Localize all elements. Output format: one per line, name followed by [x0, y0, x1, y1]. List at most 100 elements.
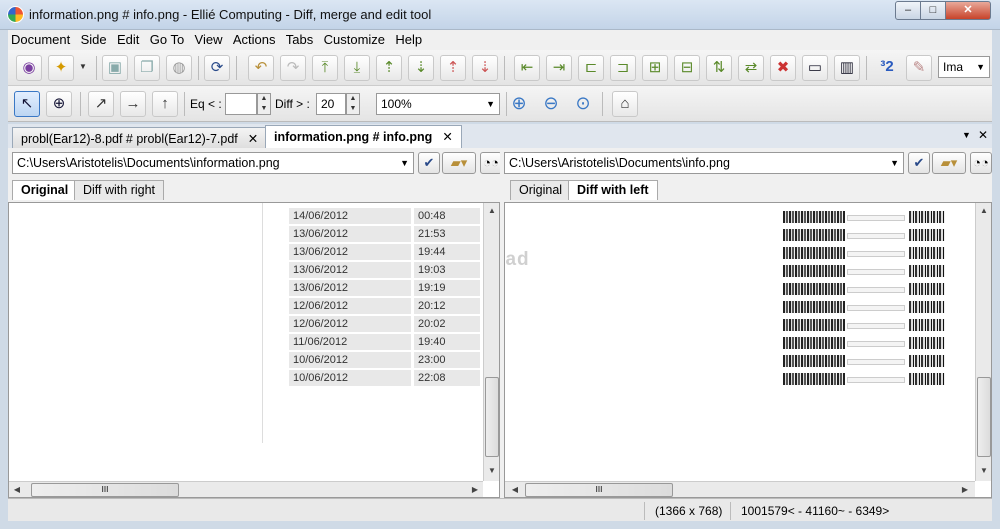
- right-path-combo[interactable]: C:\Users\Aristotelis\Documents\info.png ▼: [504, 152, 904, 174]
- diff-spinner[interactable]: ▲ ▼: [346, 93, 360, 115]
- copy-to-right-icon[interactable]: ⇥: [546, 55, 572, 81]
- undo-icon[interactable]: ↶: [248, 55, 274, 81]
- copy-block-icon[interactable]: ⊏: [578, 55, 604, 81]
- menu-edit[interactable]: Edit: [114, 30, 142, 47]
- open-folder-icon[interactable]: ⌂: [612, 91, 638, 117]
- minimize-button[interactable]: –: [895, 1, 921, 20]
- select-pointer-icon[interactable]: ↖: [14, 91, 40, 117]
- maximize-button[interactable]: □: [920, 1, 946, 20]
- right-horizontal-scrollbar[interactable]: ◀ III ▶: [505, 481, 975, 497]
- left-horizontal-scrollbar[interactable]: ◀ III ▶: [9, 481, 483, 497]
- save-all-icon[interactable]: ❐: [134, 55, 160, 81]
- scroll-down-icon[interactable]: ▼: [484, 463, 499, 479]
- scroll-right-icon[interactable]: ▶: [467, 482, 483, 497]
- copy-block-right-icon[interactable]: ⊐: [610, 55, 636, 81]
- scroll-down-icon[interactable]: ▼: [976, 463, 991, 479]
- tab-right-original[interactable]: Original: [510, 180, 572, 200]
- left-open-folder-icon[interactable]: ▰▾: [442, 152, 476, 174]
- right-image-view[interactable]: download ▲ ▼ ◀ III ▶: [504, 202, 992, 498]
- scroll-thumb[interactable]: [977, 377, 991, 457]
- menu-document[interactable]: Document: [8, 30, 73, 47]
- tab-left-diff-with-right[interactable]: Diff with right: [74, 180, 165, 200]
- time-cell: 00:48: [414, 208, 480, 225]
- tab-pdf-comparison[interactable]: probl(Ear12)-8.pdf # probl(Ear12)-7.pdf ✕: [12, 127, 268, 148]
- compare-mode-value: Ima: [943, 60, 964, 74]
- tab-right-diff-with-left[interactable]: Diff with left: [568, 180, 658, 200]
- save-icon[interactable]: ▣: [102, 55, 128, 81]
- diff-time-block: [909, 337, 945, 349]
- sync-icon[interactable]: ⇄: [738, 55, 764, 81]
- menu-help[interactable]: Help: [392, 30, 425, 47]
- menu-tabs[interactable]: Tabs: [283, 30, 316, 47]
- scroll-right-icon[interactable]: ▶: [957, 482, 973, 497]
- zoom-select[interactable]: 100% ▼: [376, 93, 500, 115]
- tab-list-icon[interactable]: ▼: [962, 130, 971, 140]
- left-glasses-icon[interactable]: ◔◔: [480, 152, 502, 174]
- zoom-reset-icon[interactable]: ⊙: [570, 91, 596, 117]
- date-cell: 10/06/2012: [289, 352, 411, 369]
- first-diff-icon[interactable]: ⤒: [312, 55, 338, 81]
- diff-row: [783, 355, 973, 369]
- scroll-left-icon[interactable]: ◀: [507, 482, 523, 497]
- next-conflict-icon[interactable]: ⇣: [472, 55, 498, 81]
- eq-threshold-input[interactable]: [225, 93, 257, 115]
- menu-go-to[interactable]: Go To: [147, 30, 187, 47]
- zoom-out-icon[interactable]: ⊖: [538, 91, 564, 117]
- watermark-text: download: [505, 249, 530, 270]
- next-diff-icon[interactable]: ⤓: [344, 55, 370, 81]
- close-window-button[interactable]: ✕: [945, 1, 991, 20]
- scroll-thumb[interactable]: III: [31, 483, 179, 497]
- edit-icon[interactable]: ✎: [906, 55, 932, 81]
- diff-statistics: 1001579< - 41160~ - 6349>: [730, 502, 970, 520]
- magic-wand-icon[interactable]: ✦: [48, 55, 74, 81]
- fit-width-icon[interactable]: ↗: [88, 91, 114, 117]
- close-tab-icon[interactable]: ✕: [248, 132, 258, 146]
- add-region-icon[interactable]: ⊕: [46, 91, 72, 117]
- close-all-tabs-icon[interactable]: ✕: [978, 128, 988, 142]
- refresh-compare-icon[interactable]: ⟳: [204, 55, 230, 81]
- wand-dropdown-icon[interactable]: ▼: [76, 55, 90, 81]
- scroll-thumb[interactable]: [485, 377, 499, 457]
- scroll-up-icon[interactable]: ▲: [484, 203, 499, 219]
- scroll-thumb[interactable]: III: [525, 483, 673, 497]
- fit-top-icon[interactable]: ↑: [152, 91, 178, 117]
- new-comparison-icon[interactable]: ◉: [16, 55, 42, 81]
- three-way-icon[interactable]: ³2: [874, 55, 900, 81]
- delete-diff-icon[interactable]: ✖: [770, 55, 796, 81]
- menu-side[interactable]: Side: [78, 30, 110, 47]
- compare-mode-select[interactable]: Ima ▼: [938, 56, 990, 78]
- diff-threshold-input[interactable]: 20: [316, 93, 346, 115]
- tab-png-comparison[interactable]: information.png # info.png ✕: [265, 125, 462, 149]
- right-glasses-icon[interactable]: ◔◔: [970, 152, 992, 174]
- left-path-combo[interactable]: C:\Users\Aristotelis\Documents\informati…: [12, 152, 414, 174]
- next-change-icon[interactable]: ⇣: [408, 55, 434, 81]
- split-icon[interactable]: ⇅: [706, 55, 732, 81]
- copy-to-left-icon[interactable]: ⇤: [514, 55, 540, 81]
- left-vertical-scrollbar[interactable]: ▲ ▼: [483, 203, 499, 481]
- menu-actions[interactable]: Actions: [230, 30, 279, 47]
- list-item: 10/06/2012 23:00: [289, 352, 480, 369]
- right-check-icon[interactable]: ✔: [908, 152, 930, 174]
- prev-conflict-icon[interactable]: ⇡: [440, 55, 466, 81]
- redo-icon[interactable]: ↷: [280, 55, 306, 81]
- right-open-folder-icon[interactable]: ▰▾: [932, 152, 966, 174]
- left-image-view[interactable]: 14/06/2012 00:48 13/06/2012 21:53 13/06/2012…: [8, 202, 500, 498]
- scroll-up-icon[interactable]: ▲: [976, 203, 991, 219]
- reload-icon[interactable]: ◍: [166, 55, 192, 81]
- close-tab-icon[interactable]: ✕: [442, 130, 452, 144]
- merge-all-icon[interactable]: ⊟: [674, 55, 700, 81]
- scroll-left-icon[interactable]: ◀: [9, 482, 25, 497]
- fit-right-icon[interactable]: →: [120, 91, 146, 117]
- horizontal-layout-icon[interactable]: ▭: [802, 55, 828, 81]
- vertical-layout-icon[interactable]: ▥: [834, 55, 860, 81]
- left-check-icon[interactable]: ✔: [418, 152, 440, 174]
- prev-change-icon[interactable]: ⇡: [376, 55, 402, 81]
- menu-customize[interactable]: Customize: [321, 30, 388, 47]
- zoom-in-icon[interactable]: ⊕: [506, 91, 532, 117]
- eq-spinner[interactable]: ▲ ▼: [257, 93, 271, 115]
- merge-icon[interactable]: ⊞: [642, 55, 668, 81]
- menu-view[interactable]: View: [192, 30, 226, 47]
- right-vertical-scrollbar[interactable]: ▲ ▼: [975, 203, 991, 481]
- tab-left-original[interactable]: Original: [12, 180, 78, 200]
- tab-label: probl(Ear12)-8.pdf # probl(Ear12)-7.pdf: [21, 132, 238, 146]
